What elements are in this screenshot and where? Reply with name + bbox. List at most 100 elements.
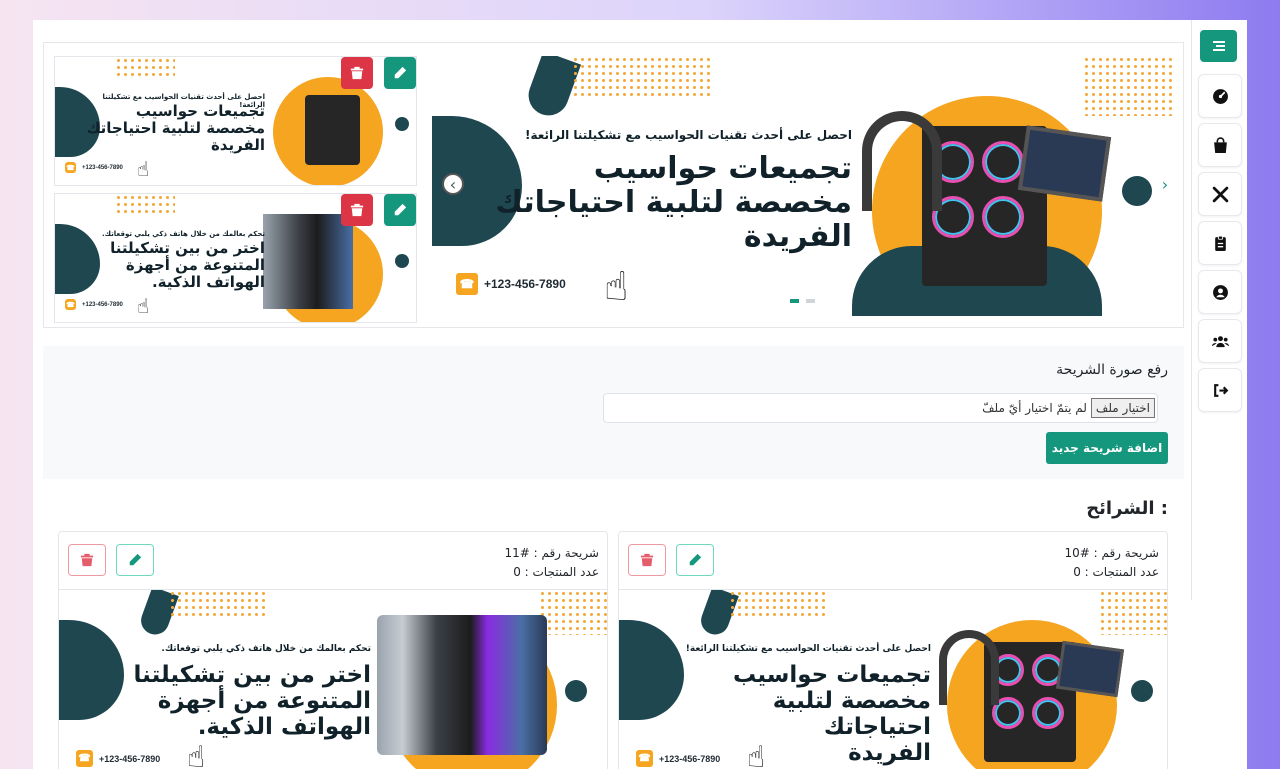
dot-pattern [539, 590, 607, 635]
menu-toggle-button[interactable] [1200, 30, 1237, 62]
phone-number: +123-456-7890 [82, 164, 123, 171]
upload-label: رفع صورة الشريحة [1056, 362, 1168, 378]
phone-number: +123-456-7890 [82, 301, 123, 308]
laptop [1055, 640, 1125, 698]
tools-icon [1212, 186, 1228, 202]
phones-image [263, 214, 353, 309]
slide-subtitle: احصل على أحدث تقنيات الحواسيب مع تشكيلتن… [525, 128, 852, 142]
slide-card: شريحة رقم : #11 عدد المنتجات : 0 تحكم بع… [58, 531, 608, 769]
headline-line: المتنوعة من أجهزة [157, 688, 371, 714]
pencil-icon [689, 553, 702, 566]
product-count: عدد المنتجات : 0 [513, 565, 599, 579]
choose-file-button[interactable]: اختيار ملف [1090, 398, 1155, 418]
trash-icon [80, 553, 94, 567]
dot-pattern [115, 57, 175, 77]
slide-headline: تجميعات حواسيب مخصصة لتلبية احتياجاتك ال… [492, 152, 852, 254]
phone-icon: ☎ [636, 750, 653, 767]
product-count: عدد المنتجات : 0 [1073, 565, 1159, 579]
phone-icon: ☎ [65, 299, 76, 310]
fan [982, 196, 1024, 238]
sidebar-item-products[interactable] [1198, 123, 1242, 167]
hand-pointer-icon: ☝ [187, 740, 206, 769]
fan [1032, 697, 1064, 729]
phone-icon: ☎ [65, 162, 76, 173]
sidebar [1191, 20, 1247, 600]
edit-button[interactable] [384, 194, 416, 226]
phone-icon: ☎ [76, 750, 93, 767]
delete-button[interactable] [628, 544, 666, 576]
pencil-icon [394, 66, 407, 79]
slide-card-image: تحكم بعالمك من خلال هاتف ذكي يلبي توقعات… [59, 589, 607, 769]
hand-pointer-icon: ☝ [604, 264, 629, 310]
delete-button[interactable] [341, 194, 373, 226]
phones-image [377, 615, 547, 755]
slide-headline: اختر من بين تشكيلتنا المتنوعة من أجهزة ا… [89, 662, 371, 740]
delete-button[interactable] [68, 544, 106, 576]
sidebar-item-orders[interactable] [1198, 221, 1242, 265]
dot-pattern [572, 56, 712, 96]
laptop [1017, 125, 1112, 202]
sidebar-item-profile[interactable] [1198, 270, 1242, 314]
pencil-icon [129, 553, 142, 566]
slide-headline: اختر من بين تشكيلتنا المتنوعة من أجهزة ا… [75, 240, 265, 291]
fan [982, 141, 1024, 183]
hand-pointer-icon: ☝ [137, 157, 150, 181]
edit-button[interactable] [116, 544, 154, 576]
slide-headline: تجميعات حواسيب مخصصة لتلبية احتياجاتك ال… [75, 103, 265, 154]
headline-line: اختر من بين تشكيلتنا [133, 662, 371, 688]
carousel-prev-button[interactable]: ‹ [442, 173, 464, 195]
hand-pointer-icon: ☝ [137, 294, 150, 318]
navy-dot [1131, 680, 1153, 702]
delete-button[interactable] [341, 57, 373, 89]
carousel-next-button[interactable]: › [1154, 173, 1176, 195]
headline-line: تجميعات حواسيب [593, 151, 852, 186]
headline-line: مخصصة لتلبية احتياجاتك [495, 185, 852, 220]
headline-line: اختر من بين تشكيلتنا [110, 239, 265, 257]
slides-section-title: الشرائح : [1086, 498, 1168, 519]
pencil-icon [394, 203, 407, 216]
slide-subtitle: احصل على أحدث تقنيات الحواسيب مع تشكيلتن… [685, 644, 931, 654]
banner-preview: احصل على أحدث تقنيات الحواسيب مع تشكيلتن… [43, 42, 1184, 328]
headline-line: المتنوعة من أجهزة [125, 256, 265, 274]
logout-icon [1213, 383, 1228, 397]
dot-pattern [729, 590, 829, 618]
dot-pattern [1099, 590, 1167, 635]
navy-dot [1122, 176, 1152, 206]
carousel-indicator[interactable] [806, 299, 815, 303]
edit-button[interactable] [676, 544, 714, 576]
phone-badge: ☎ +123-456-7890 [65, 299, 123, 310]
sidebar-item-dashboard[interactable] [1198, 74, 1242, 118]
slide-card: شريحة رقم : #10 عدد المنتجات : 0 احصل عل… [618, 531, 1168, 769]
navy-dot [565, 680, 587, 702]
headphones [939, 630, 999, 705]
navy-dot [395, 117, 409, 131]
headline-line: مخصصة لتلبية احتياجاتك [86, 119, 265, 137]
dot-pattern [1083, 56, 1173, 116]
carousel-slide-computers: احصل على أحدث تقنيات الحواسيب مع تشكيلتن… [432, 56, 1173, 316]
edit-button[interactable] [384, 57, 416, 89]
phone-icon: ☎ [456, 273, 478, 295]
users-icon [1211, 335, 1229, 347]
slide-card-image: احصل على أحدث تقنيات الحواسيب مع تشكيلتن… [619, 589, 1167, 769]
sidebar-item-users[interactable] [1198, 319, 1242, 363]
shopping-bag-icon [1213, 136, 1227, 153]
headphones [862, 111, 942, 211]
no-file-text: لم يتمّ اختيار أيّ ملفّ [982, 401, 1087, 415]
slide-number: شريحة رقم : #10 [1064, 546, 1159, 560]
headline-line: تجميعات حواسيب [733, 662, 931, 688]
slide-subtitle: تحكم بعالمك من خلال هاتف ذكي يلبي توقعات… [161, 644, 371, 654]
trash-icon [350, 66, 364, 80]
slide-subtitle: تحكم بعالمك من خلال هاتف ذكي يلبي توقعات… [101, 230, 265, 238]
card-header: شريحة رقم : #10 عدد المنتجات : 0 [1064, 544, 1159, 582]
phone-badge: ☎ +123-456-7890 [456, 273, 566, 295]
sidebar-item-logout[interactable] [1198, 368, 1242, 412]
file-input[interactable]: اختيار ملف لم يتمّ اختيار أيّ ملفّ [603, 393, 1158, 423]
user-icon [1212, 284, 1228, 300]
dashboard-icon [1212, 88, 1228, 104]
sidebar-item-tools[interactable] [1198, 172, 1242, 216]
carousel-indicator-active[interactable] [790, 299, 799, 303]
navy-dot [395, 254, 409, 268]
add-slide-button[interactable]: اضافة شريحة جديد [1046, 432, 1168, 464]
clipboard-icon [1214, 235, 1226, 251]
pc-case [305, 95, 360, 165]
